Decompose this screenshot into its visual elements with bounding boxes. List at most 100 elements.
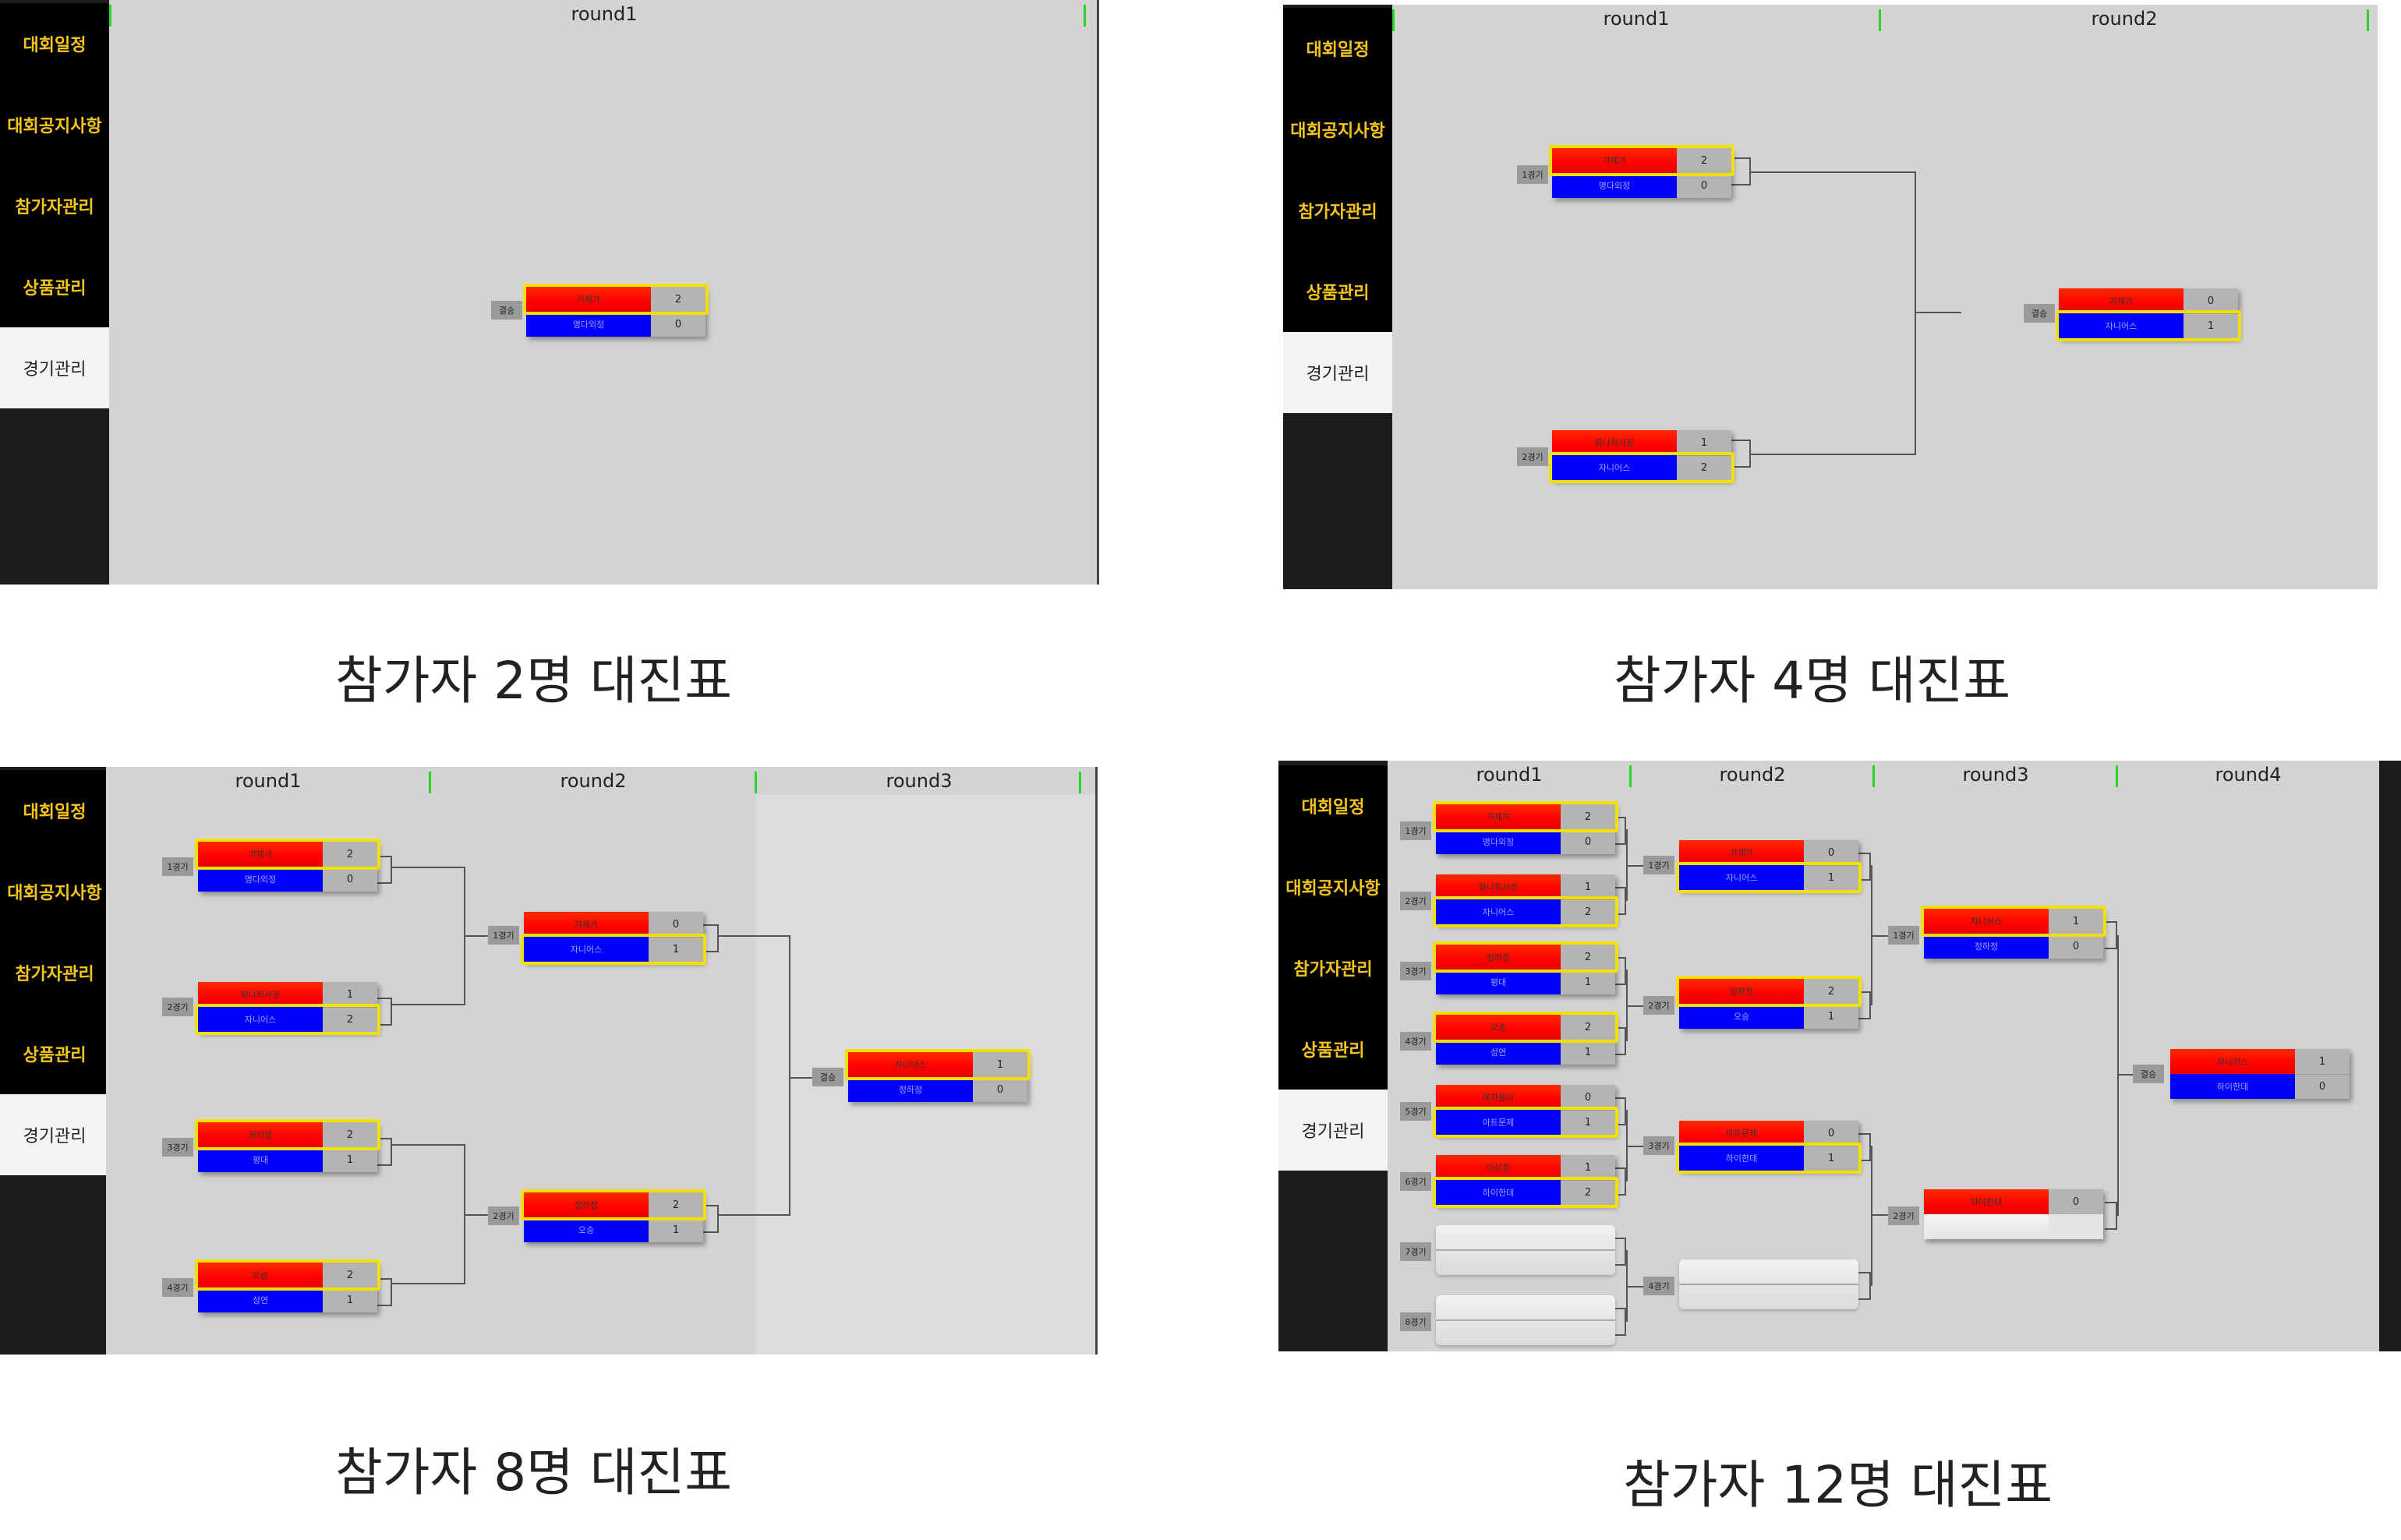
- empty-match-card[interactable]: [1679, 1259, 1858, 1309]
- sidebar-item-participants[interactable]: 참가자관리: [1283, 170, 1392, 251]
- match-label: 5경기: [1400, 1102, 1431, 1121]
- round-header: round2: [560, 770, 627, 792]
- connector: [1614, 957, 1626, 985]
- team-red: 정하정: [1436, 945, 1561, 970]
- match-card[interactable]: 화나픽사장 자니어스 1 2: [1549, 430, 1734, 483]
- sidebar-item-prizes[interactable]: 상품관리: [1278, 1008, 1388, 1090]
- sidebar-item-participants[interactable]: 참가자관리: [0, 932, 109, 1013]
- match-box: 가제가 명다외정 2 0: [526, 287, 705, 337]
- match-label: 결승: [2024, 304, 2055, 323]
- connector: [1858, 1133, 1871, 1161]
- sidebar-item-schedule[interactable]: 대회일정: [0, 3, 109, 84]
- sidebar-item-notice[interactable]: 대회공지사항: [1278, 846, 1388, 927]
- empty-match-card[interactable]: [1436, 1225, 1615, 1275]
- sidebar-item-matches[interactable]: 경기관리: [1278, 1090, 1388, 1171]
- score-blue: 1: [1804, 865, 1858, 890]
- sidebar-item-matches[interactable]: 경기관리: [0, 1094, 109, 1175]
- team-red: 가제가: [198, 842, 323, 867]
- connector: [392, 1004, 464, 1005]
- sidebar-item-participants[interactable]: 참가자관리: [0, 165, 109, 246]
- match-card[interactable]: 자니어스 정하정 1 0: [845, 1049, 1031, 1102]
- score-blue: 0: [2049, 934, 2103, 959]
- match-card[interactable]: 가제가 명다외정 2 0: [195, 839, 380, 892]
- match-card[interactable]: 가제가 명다외정 2 0: [523, 284, 709, 337]
- round-header: round2: [1719, 764, 1786, 786]
- team-red: 오승: [1436, 1015, 1561, 1040]
- team-blue: 오승: [524, 1217, 649, 1242]
- team-blue: 성연: [198, 1287, 323, 1312]
- score-blue: 1: [2184, 313, 2238, 338]
- match-box: 가제가 명다외정 2 0: [1436, 804, 1615, 854]
- round-divider: [1079, 772, 1081, 793]
- connector: [2117, 935, 2119, 1216]
- team-red: 가제가: [1552, 148, 1677, 173]
- sidebar-item-schedule[interactable]: 대회일정: [1283, 8, 1392, 89]
- match-card[interactable]: 정하정 평대 2 1: [195, 1119, 380, 1172]
- score-red: 2: [1561, 804, 1615, 829]
- match-card[interactable]: 정하정 오승 2 1: [1676, 976, 1862, 1029]
- connector: [375, 1138, 392, 1166]
- match-card[interactable]: 아트문제 하이한데 0 1: [1676, 1121, 1862, 1174]
- match-card[interactable]: 이상장 하이한데 1 2: [1433, 1155, 1618, 1208]
- match-card[interactable]: 가제가 자니어스 0 1: [1676, 840, 1862, 893]
- match-card[interactable]: 화나픽사장 자니어스 1 2: [195, 982, 380, 1035]
- match-card[interactable]: 가제가 자니어스 0 1: [521, 912, 706, 965]
- team-red: 가제가: [1436, 804, 1561, 829]
- team-red: 이상장: [1436, 1155, 1561, 1180]
- connector: [719, 1214, 789, 1216]
- round-header: round1: [1476, 764, 1543, 786]
- connector: [375, 856, 392, 884]
- match-card[interactable]: 오승 성연 2 1: [1433, 1012, 1618, 1065]
- sidebar-item-matches[interactable]: 경기관리: [1283, 332, 1392, 413]
- team-red: 정하정: [524, 1192, 649, 1217]
- sidebar-item-notice[interactable]: 대회공지사항: [1283, 89, 1392, 170]
- score-red: 0: [649, 912, 703, 937]
- match-card[interactable]: 화나픽사장 자니어스 1 2: [1433, 874, 1618, 927]
- match-label: 2경기: [162, 998, 193, 1016]
- match-card[interactable]: 하이한데 0: [1924, 1189, 2103, 1239]
- sidebar-item-prizes[interactable]: 상품관리: [0, 246, 109, 327]
- match-card[interactable]: 가제가 자니어스 0 1: [2056, 288, 2241, 341]
- match-card[interactable]: 가제가 명다외정 2 0: [1433, 801, 1618, 854]
- match-card[interactable]: 정하정 오승 2 1: [521, 1189, 706, 1242]
- sidebar-item-notice[interactable]: 대회공지사항: [0, 84, 109, 165]
- match-label: 2경기: [488, 1206, 519, 1225]
- sidebar-item-participants[interactable]: 참가자관리: [1278, 927, 1388, 1008]
- match-card[interactable]: 가제가 명다외정 2 0: [1549, 145, 1734, 198]
- match-card[interactable]: 오승 성연 2 1: [195, 1259, 380, 1312]
- team-blue: 오승: [1679, 1004, 1804, 1029]
- match-box: 가제가 자니어스 0 1: [1679, 840, 1858, 890]
- round-header: round3: [886, 770, 953, 792]
- connector: [719, 935, 789, 937]
- score-blue: 2: [1677, 455, 1731, 480]
- match-box: 화나픽사장 자니어스 1 2: [1552, 430, 1731, 480]
- team-blue: 자니어스: [198, 1007, 323, 1032]
- sidebar-item-schedule[interactable]: 대회일정: [1278, 765, 1388, 846]
- sidebar-item-prizes[interactable]: 상품관리: [0, 1013, 109, 1094]
- match-card[interactable]: 자니어스 하이한데 1 0: [2170, 1049, 2350, 1099]
- match-box: 가제가 자니어스 0 1: [524, 912, 703, 962]
- match-label: 3경기: [1400, 962, 1431, 980]
- match-box: 가제가 명다외정 2 0: [1552, 148, 1731, 198]
- score-red: 0: [1804, 840, 1858, 865]
- team-blue: 자니어스: [2059, 313, 2184, 338]
- score-blue: 2: [1561, 1180, 1615, 1205]
- divider: [1436, 1249, 1615, 1251]
- round-divider: [755, 772, 757, 793]
- sidebar-item-matches[interactable]: 경기관리: [0, 327, 109, 408]
- bracket-panel-12: 대회일정 대회공지사항 참가자관리 상품관리 경기관리 round1 round…: [1278, 761, 2401, 1351]
- sidebar-item-schedule[interactable]: 대회일정: [0, 770, 109, 851]
- round-divider: [2116, 765, 2118, 787]
- match-card[interactable]: 에자용아 아트문제 0 1: [1433, 1085, 1618, 1138]
- round-header: round1: [1603, 8, 1670, 30]
- empty-match-card[interactable]: [1436, 1295, 1615, 1345]
- match-box: 오승 성연 2 1: [198, 1263, 377, 1312]
- match-card[interactable]: 정하정 평대 2 1: [1433, 941, 1618, 994]
- connector: [1915, 312, 1961, 313]
- team-blue: 명다외정: [1552, 173, 1677, 198]
- sidebar-item-prizes[interactable]: 상품관리: [1283, 251, 1392, 332]
- bracket-panel-2: 대회일정 대회공지사항 참가자관리 상품관리 경기관리 round1 결승 가제…: [0, 0, 1099, 585]
- sidebar-item-notice[interactable]: 대회공지사항: [0, 851, 109, 932]
- score-blue: 1: [1561, 1110, 1615, 1135]
- match-card[interactable]: 자니어스 정하정 1 0: [1921, 906, 2106, 959]
